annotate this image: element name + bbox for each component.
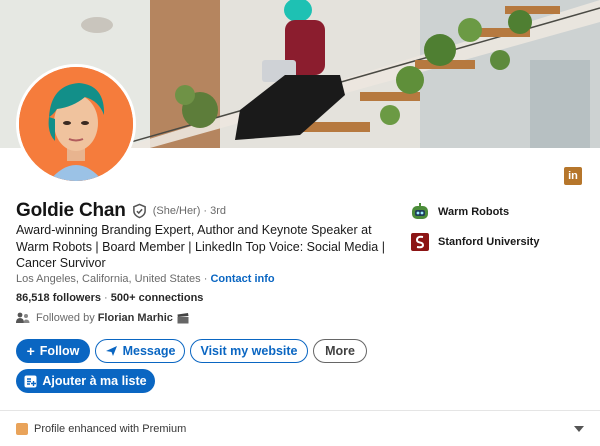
- linkedin-premium-icon: in: [564, 167, 582, 185]
- plus-icon: +: [26, 343, 35, 359]
- clapperboard-icon: [177, 312, 189, 323]
- stats-row: 86,518 followers · 500+ connections: [16, 292, 203, 304]
- followed-by-prefix: Followed by: [36, 312, 95, 324]
- followed-by-row[interactable]: Followed by Florian Marhic: [16, 312, 189, 324]
- visit-website-button[interactable]: Visit my website: [190, 339, 308, 363]
- chevron-down-icon[interactable]: [574, 426, 584, 432]
- add-to-list-label: Ajouter à ma liste: [42, 374, 147, 388]
- location-row: Los Angeles, California, United States ·…: [16, 273, 275, 285]
- connections-count[interactable]: 500+ connections: [111, 292, 204, 304]
- company-warm-robots[interactable]: Warm Robots: [410, 202, 509, 222]
- follow-label: Follow: [39, 344, 80, 358]
- profile-name: Goldie Chan: [16, 200, 126, 221]
- section-divider: [0, 410, 600, 411]
- robot-logo-icon: [412, 203, 428, 219]
- message-button[interactable]: Message: [95, 339, 185, 363]
- company-name: Stanford University: [438, 236, 540, 248]
- premium-icon: [16, 423, 28, 435]
- stats-separator: ·: [101, 292, 111, 304]
- premium-row[interactable]: Profile enhanced with Premium: [16, 423, 584, 435]
- profile-name-row: Goldie Chan (She/Her) · 3rd: [16, 200, 226, 222]
- followed-by-name[interactable]: Florian Marhic: [98, 312, 173, 324]
- follow-button[interactable]: + Follow: [16, 339, 90, 363]
- more-button[interactable]: More: [313, 339, 367, 363]
- profile-headline: Award-winning Branding Expert, Author an…: [16, 223, 385, 270]
- website-label: Visit my website: [200, 344, 298, 358]
- list-add-icon: [24, 375, 37, 387]
- message-label: Message: [122, 344, 176, 358]
- premium-label: Profile enhanced with Premium: [34, 423, 187, 435]
- send-icon: [105, 346, 117, 356]
- add-to-list-button[interactable]: Ajouter à ma liste: [16, 369, 155, 393]
- more-label: More: [325, 344, 355, 358]
- location-separator: ·: [200, 273, 211, 285]
- connection-degree: · 3rd: [203, 205, 227, 217]
- company-stanford[interactable]: Stanford University: [410, 232, 539, 252]
- verified-shield-icon[interactable]: [132, 203, 147, 219]
- profile-avatar[interactable]: [16, 64, 136, 184]
- followers-count: 86,518 followers: [16, 292, 101, 304]
- people-icon: [16, 312, 30, 323]
- avatar-photo: [19, 67, 133, 181]
- stanford-logo-icon: [411, 233, 429, 251]
- pronouns: (She/Her): [152, 205, 201, 217]
- company-name: Warm Robots: [438, 206, 510, 218]
- contact-info-link[interactable]: Contact info: [210, 273, 274, 285]
- location-text: Los Angeles, California, United States: [16, 273, 201, 285]
